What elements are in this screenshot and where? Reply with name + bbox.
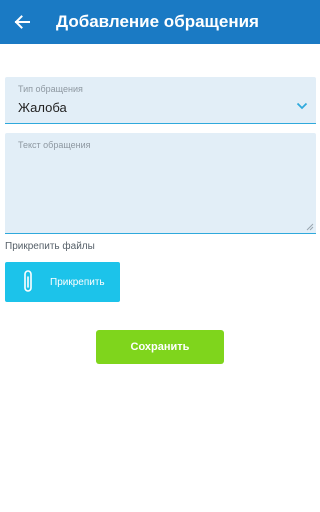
page-title: Добавление обращения [56,12,259,31]
appeal-type-value: Жалоба [18,100,67,115]
app-bar: Добавление обращения [0,0,320,44]
attach-button[interactable]: Прикрепить [5,262,120,302]
appeal-text-field[interactable]: Текст обращения [5,133,316,234]
save-button[interactable]: Сохранить [96,330,224,364]
resize-handle-icon[interactable] [306,223,314,231]
back-button[interactable] [0,0,44,44]
appeal-type-select[interactable]: Тип обращения Жалоба [5,77,316,124]
arrow-left-icon [14,15,30,29]
appeal-text-label: Текст обращения [18,140,91,150]
attach-files-label: Прикрепить файлы [5,241,95,252]
attach-button-label: Прикрепить [50,276,105,288]
appeal-type-label: Тип обращения [18,84,83,94]
paperclip-icon [13,262,43,302]
chevron-down-icon[interactable] [296,102,308,110]
